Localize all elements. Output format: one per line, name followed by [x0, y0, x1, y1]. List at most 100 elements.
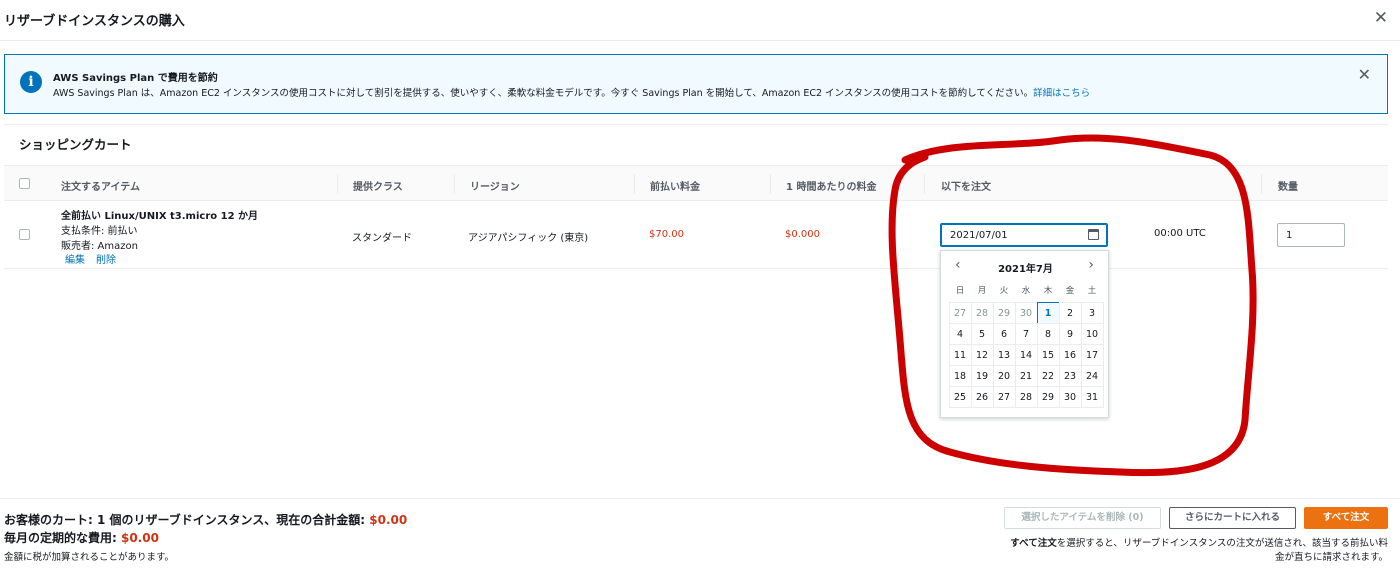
order-all-button[interactable]: すべて注文: [1304, 507, 1388, 529]
calendar-grid: 日月火水木金土 27 28 29 30 1 2 3 4 5 6 7 8 9 10 11 12 13 14 15 16 17…: [948, 281, 1104, 408]
weekday-label: 水: [1021, 286, 1031, 296]
col-item: 注文するアイテム: [61, 182, 140, 193]
calendar-day[interactable]: 31: [1080, 385, 1104, 408]
weekday-label: 火: [999, 286, 1009, 296]
table-row: 全前払い Linux/UNIX t3.micro 12 か月 支払条件: 前払い…: [4, 201, 1388, 269]
item-name: 全前払い Linux/UNIX t3.micro 12 か月: [61, 211, 259, 222]
calendar-month-label: 2021年7月: [998, 264, 1053, 275]
order-note: すべて注文を選択すると、リザーブドインスタンスの注文が送信され、該当する前払い料…: [1008, 537, 1388, 565]
modal-header: リザーブドインスタンスの購入 ✕: [0, 0, 1400, 41]
cart-summary: お客様のカート: 1 個のリザーブドインスタンス、現在の合計金額: $0.00: [4, 511, 407, 528]
modal-title: リザーブドインスタンスの購入: [4, 14, 185, 29]
col-divider: [1261, 174, 1262, 194]
calendar-day[interactable]: 7: [1014, 322, 1038, 345]
col-quantity: 数量: [1278, 182, 1298, 193]
calendar-day[interactable]: 20: [992, 364, 1016, 387]
col-region: リージョン: [470, 182, 520, 193]
info-icon: i: [20, 71, 42, 93]
calendar-day[interactable]: 23: [1058, 364, 1082, 387]
calendar-day[interactable]: 19: [970, 364, 994, 387]
select-all-checkbox[interactable]: [19, 178, 30, 189]
calendar-day[interactable]: 1: [1036, 301, 1060, 324]
weekday-label: 月: [977, 286, 987, 296]
calendar-day[interactable]: 30: [1058, 385, 1082, 408]
cart-title: ショッピングカート: [19, 137, 132, 152]
col-hourly: 1 時間あたりの料金: [786, 182, 877, 193]
calendar-day[interactable]: 29: [1036, 385, 1060, 408]
calendar-day[interactable]: 16: [1058, 343, 1082, 366]
calendar-day[interactable]: 28: [970, 301, 994, 324]
cart-summary-text: お客様のカート: 1 個のリザーブドインスタンス、現在の合計金額:: [4, 513, 370, 527]
col-divider: [770, 174, 771, 194]
delete-link[interactable]: 削除: [96, 251, 116, 266]
calendar-day[interactable]: 10: [1080, 322, 1104, 345]
calendar-day[interactable]: 9: [1058, 322, 1082, 345]
order-note-text: を選択すると、リザーブドインスタンスの注文が送信され、該当する前払い料金が直ちに…: [1056, 538, 1388, 563]
calendar-day[interactable]: 30: [1014, 301, 1038, 324]
shopping-cart-panel: ショッピングカート 注文するアイテム 提供クラス リージョン 前払い料金 1 時…: [4, 124, 1388, 498]
calendar-day[interactable]: 2: [1058, 301, 1082, 324]
banner-title: AWS Savings Plan で費用を節約: [53, 73, 218, 84]
calendar-day[interactable]: 27: [992, 385, 1016, 408]
edit-link[interactable]: 編集: [65, 251, 85, 266]
banner-body: AWS Savings Plan は、Amazon EC2 インスタンスの使用コ…: [53, 88, 1034, 99]
calendar-day[interactable]: 6: [992, 322, 1016, 345]
weekday-label: 土: [1087, 286, 1097, 296]
calendar-icon[interactable]: [1088, 229, 1099, 240]
date-picker-calendar: ‹ 2021年7月 › 日月火水木金土 27 28 29 30 1 2 3 4 5 6 7 8 9 10 11…: [940, 250, 1109, 418]
calendar-day[interactable]: 4: [948, 322, 972, 345]
banner-text: AWS Savings Plan は、Amazon EC2 インスタンスの使用コ…: [53, 85, 1090, 99]
add-more-button[interactable]: さらにカートに入れる: [1169, 507, 1296, 529]
banner-close-icon[interactable]: ✕: [1358, 65, 1371, 84]
learn-more-link[interactable]: 詳細はこちら: [1033, 88, 1090, 99]
delete-selected-button[interactable]: 選択したアイテムを削除 (0): [1004, 507, 1161, 529]
col-divider: [454, 174, 455, 194]
upfront-price: $70.00: [649, 229, 684, 240]
col-order-at: 以下を注文: [941, 182, 991, 193]
payment-terms: 支払条件: 前払い: [61, 226, 138, 237]
calendar-day[interactable]: 22: [1036, 364, 1060, 387]
monthly-total: $0.00: [120, 531, 159, 545]
weekday-label: 金: [1065, 286, 1075, 296]
calendar-day[interactable]: 24: [1080, 364, 1104, 387]
calendar-day[interactable]: 18: [948, 364, 972, 387]
next-month-icon[interactable]: ›: [1088, 257, 1094, 273]
row-checkbox[interactable]: [19, 229, 30, 240]
order-note-bold: すべて注文: [1010, 538, 1057, 549]
col-divider: [634, 174, 635, 194]
offering-class-value: スタンダード: [352, 233, 412, 244]
cart-footer: お客様のカート: 1 個のリザーブドインスタンス、現在の合計金額: $0.00 …: [0, 498, 1400, 575]
calendar-day[interactable]: 21: [1014, 364, 1038, 387]
calendar-day[interactable]: 8: [1036, 322, 1060, 345]
order-date-input[interactable]: 2021/07/01: [940, 223, 1108, 247]
calendar-day[interactable]: 5: [970, 322, 994, 345]
calendar-day[interactable]: 27: [948, 301, 972, 324]
calendar-day[interactable]: 3: [1080, 301, 1104, 324]
calendar-day[interactable]: 17: [1080, 343, 1104, 366]
region-value: アジアパシフィック (東京): [468, 233, 589, 244]
col-divider: [924, 174, 925, 194]
col-offering-class: 提供クラス: [353, 182, 403, 193]
close-icon[interactable]: ✕: [1374, 8, 1388, 28]
hourly-price: $0.000: [785, 229, 820, 240]
quantity-input[interactable]: 1: [1277, 223, 1345, 247]
order-date-value: 2021/07/01: [950, 230, 1008, 241]
monthly-label: 毎月の定期的な費用:: [4, 531, 121, 545]
calendar-day[interactable]: 15: [1036, 343, 1060, 366]
calendar-day[interactable]: 14: [1014, 343, 1038, 366]
calendar-day[interactable]: 11: [948, 343, 972, 366]
weekday-label: 日: [955, 286, 965, 296]
monthly-cost: 毎月の定期的な費用: $0.00: [4, 529, 159, 546]
calendar-day[interactable]: 13: [992, 343, 1016, 366]
calendar-day[interactable]: 29: [992, 301, 1016, 324]
col-upfront: 前払い料金: [650, 182, 700, 193]
weekday-label: 木: [1043, 286, 1053, 296]
cart-total: $0.00: [369, 513, 408, 527]
calendar-day[interactable]: 25: [948, 385, 972, 408]
calendar-day[interactable]: 12: [970, 343, 994, 366]
tax-note: 金額に税が加算されることがあります。: [4, 552, 175, 563]
seller: 販売者: Amazon: [61, 241, 138, 252]
table-header: 注文するアイテム 提供クラス リージョン 前払い料金 1 時間あたりの料金 以下…: [4, 165, 1388, 201]
calendar-day[interactable]: 26: [970, 385, 994, 408]
calendar-day[interactable]: 28: [1014, 385, 1038, 408]
